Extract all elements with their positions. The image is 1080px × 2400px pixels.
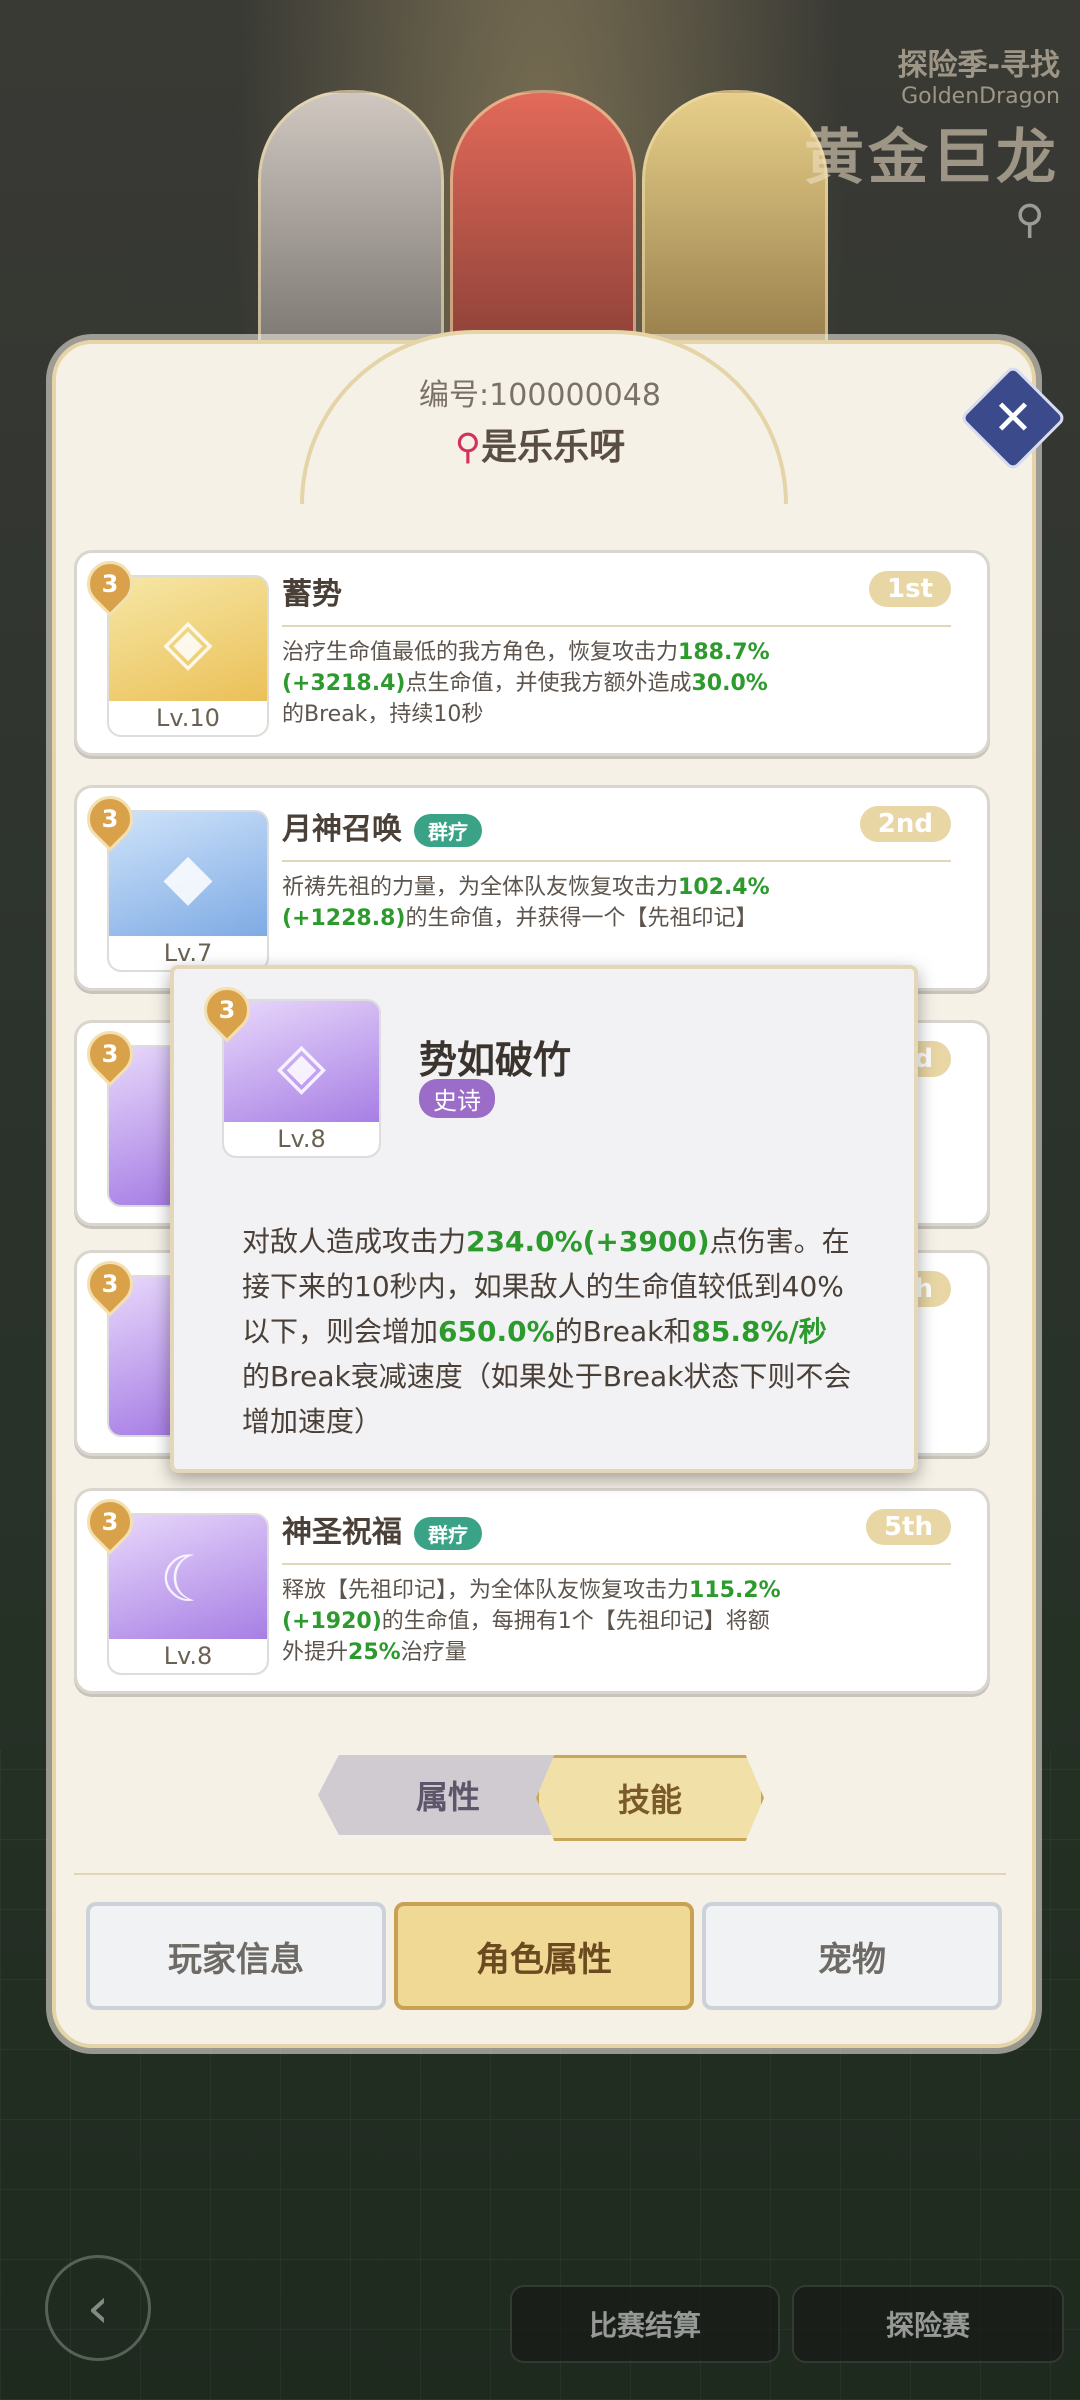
rarity-tag: 史诗: [419, 1079, 495, 1118]
skill-card-1[interactable]: ◈ Lv.10 3 蓄势 1st 治疗生命值最低的我方角色，恢复攻击力188.7…: [74, 550, 990, 756]
divider: [282, 625, 951, 627]
skill-rank: 1st: [869, 571, 951, 607]
skill-description: 治疗生命值最低的我方角色，恢复攻击力188.7%(+3218.4)点生命值，并使…: [282, 640, 770, 727]
skill-description: 释放【先祖印记】，为全体队友恢复攻击力115.2%(+1920)的生命值，每拥有…: [282, 1578, 781, 1665]
popup-skill-name: 势如破竹: [419, 1038, 572, 1082]
skills-toggle[interactable]: 技能: [536, 1755, 764, 1841]
divider: [74, 1873, 1006, 1875]
tab-pet[interactable]: 宠物: [702, 1902, 1002, 2010]
star-count: 3: [101, 1508, 119, 1536]
skill-card-2[interactable]: ◆ Lv.7 3 月神召唤 群疗 2nd 祈祷先祖的力量，为全体队友恢复攻击力10…: [74, 785, 990, 991]
moon-stone-icon: ◆: [163, 840, 213, 914]
crescent-moon-icon: ☾: [159, 1543, 217, 1617]
skill-level: Lv.8: [109, 1639, 267, 1673]
skill-tag: 群疗: [414, 814, 482, 847]
gender-icon: ⚲: [454, 427, 482, 468]
chevron-left-icon: ‹: [86, 2275, 110, 2341]
player-uid: 编号:100000048: [419, 378, 661, 413]
divider: [282, 860, 951, 862]
crystal-icon: ◈: [163, 605, 213, 679]
star-count: 3: [101, 805, 119, 833]
skill-level: Lv.8: [224, 1122, 379, 1156]
player-name-row: ⚲是乐乐呀: [0, 418, 1080, 470]
popup-description: 对敌人造成攻击力234.0%(+3900)点伤害。在接下来的10秒内，如果敌人的…: [242, 1225, 852, 1438]
skill-description: 祈祷先祖的力量，为全体队友恢复攻击力102.4%(+1228.8)的生命值，并获…: [282, 875, 770, 931]
search-icon[interactable]: ⚲: [1015, 200, 1055, 240]
match-settlement-button[interactable]: 比赛结算: [510, 2285, 780, 2363]
back-button[interactable]: ‹: [45, 2255, 151, 2361]
skill-level: Lv.10: [109, 701, 267, 735]
star-count: 3: [218, 996, 236, 1024]
view-toggle: 属性 技能: [318, 1755, 764, 1841]
skill-icon: ☾ Lv.8: [107, 1513, 269, 1675]
adventure-match-button[interactable]: 探险赛: [792, 2285, 1064, 2363]
crystal-icon: ◈: [276, 1029, 327, 1103]
event-main-title: 黄金巨龙: [804, 123, 1060, 193]
skill-detail-popup[interactable]: ◈ Lv.8 3 势如破竹 史诗 对敌人造成攻击力234.0%(+3900)点伤…: [170, 965, 918, 1473]
skill-icon: ◈ Lv.10: [107, 575, 269, 737]
skill-card-5[interactable]: ☾ Lv.8 3 神圣祝福 群疗 5th 释放【先祖印记】，为全体队友恢复攻击力1…: [74, 1488, 990, 1694]
tab-character-attributes[interactable]: 角色属性: [394, 1902, 694, 2010]
star-count: 3: [101, 570, 119, 598]
tab-player-info[interactable]: 玩家信息: [86, 1902, 386, 2010]
event-subtitle: 探险季-寻找: [897, 48, 1060, 83]
skill-icon: ◆ Lv.7: [107, 810, 269, 972]
star-count: 3: [101, 1270, 119, 1298]
skill-tag: 群疗: [414, 1517, 482, 1550]
skill-rank: 2nd: [859, 806, 951, 842]
star-count: 3: [101, 1040, 119, 1068]
skill-rank: 5th: [865, 1509, 951, 1545]
event-subtitle-en: GoldenDragon: [901, 84, 1060, 109]
event-title: 探险季-寻找 GoldenDragon 黄金巨龙: [804, 40, 1060, 196]
divider: [282, 1563, 951, 1565]
skill-name: 神圣祝福 群疗: [282, 1507, 482, 1551]
skill-name: 蓄势: [282, 577, 342, 612]
skill-name: 月神召唤 群疗: [282, 804, 482, 848]
player-name: 是乐乐呀: [481, 427, 626, 468]
